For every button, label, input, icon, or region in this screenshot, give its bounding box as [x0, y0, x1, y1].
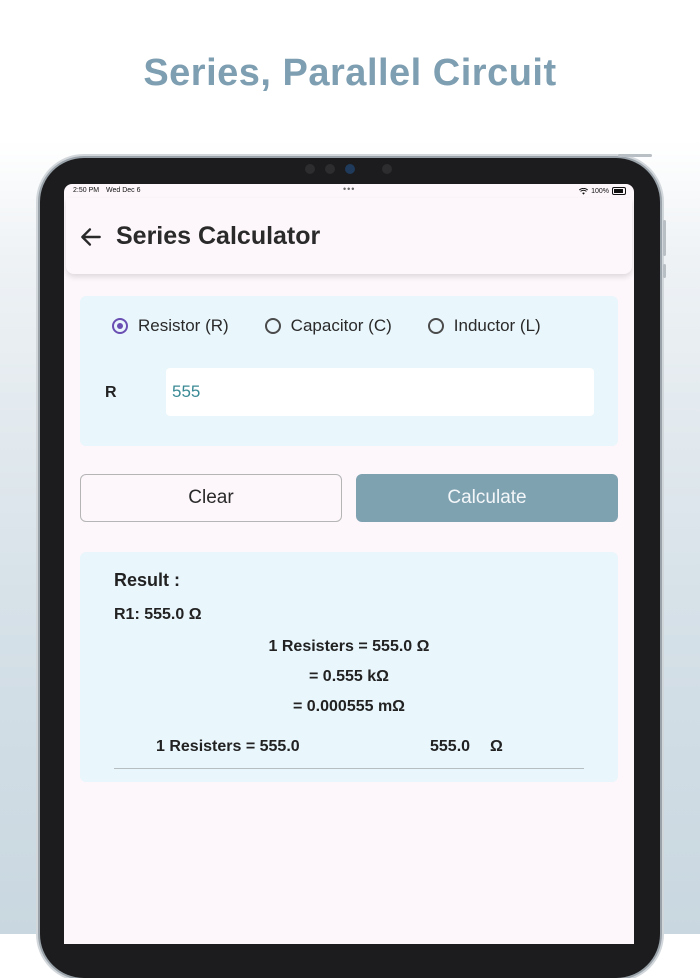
status-bar: 2:50 PM Wed Dec 6 ••• 100% [64, 184, 634, 198]
app-screen: 2:50 PM Wed Dec 6 ••• 100% Series Calcul… [64, 184, 634, 944]
camera-dot [345, 164, 355, 174]
app-bar: Series Calculator [66, 198, 632, 274]
camera-dot [325, 164, 335, 174]
result-r1: R1: 555.0 Ω [114, 606, 202, 623]
result-line-kilo: = 0.555 kΩ [309, 668, 389, 685]
result-summary-label: 1 Resisters = 555.0 [156, 738, 300, 755]
camera-dot [382, 164, 392, 174]
arrow-left-icon[interactable] [78, 224, 104, 250]
result-divider [114, 768, 584, 769]
radio-unchecked-icon[interactable] [427, 318, 444, 334]
result-summary-unit: Ω [490, 738, 503, 755]
resistance-input[interactable] [166, 368, 594, 416]
clear-button[interactable]: Clear [80, 474, 342, 522]
tablet-device: 2:50 PM Wed Dec 6 ••• 100% Series Calcul… [40, 154, 666, 978]
volume-button [663, 264, 666, 278]
status-right: 100% [579, 187, 626, 195]
status-date: Wed Dec 6 [106, 187, 141, 194]
result-title: Result : [114, 570, 181, 590]
radio-label: Inductor (L) [453, 316, 541, 335]
result-summary-value: 555.0 [430, 738, 471, 755]
result-line-milli: = 0.000555 mΩ [292, 698, 406, 715]
power-button [663, 220, 666, 256]
battery-percent: 100% [591, 187, 609, 195]
calculate-button[interactable]: Calculate [356, 474, 618, 522]
resistance-label: R [105, 384, 117, 401]
radio-resistor[interactable]: Resistor (R) [112, 316, 229, 336]
component-radio-group: Resistor (R) Capacitor (C) Inductor (L) [112, 316, 577, 336]
result-line-total: 1 Resisters = 555.0 Ω [268, 638, 430, 655]
radio-label: Capacitor (C) [290, 316, 392, 335]
radio-label: Resistor (R) [138, 316, 229, 335]
page-title: Series Calculator [116, 222, 321, 250]
radio-checked-icon[interactable] [112, 318, 128, 334]
status-time: 2:50 PM [73, 187, 100, 194]
radio-capacitor[interactable]: Capacitor (C) [264, 316, 392, 336]
input-card: Resistor (R) Capacitor (C) Inductor (L) … [80, 296, 618, 446]
radio-inductor[interactable]: Inductor (L) [427, 316, 541, 336]
radio-unchecked-icon[interactable] [264, 318, 281, 334]
wifi-icon [579, 187, 589, 195]
result-card: Result : R1: 555.0 Ω 1 Resisters = 555.0… [80, 552, 618, 782]
headline: Series, Parallel Circuit [143, 52, 557, 94]
multitask-dots[interactable]: ••• [343, 184, 355, 194]
camera-dot [305, 164, 315, 174]
top-button [618, 154, 652, 157]
battery-icon [612, 187, 626, 195]
